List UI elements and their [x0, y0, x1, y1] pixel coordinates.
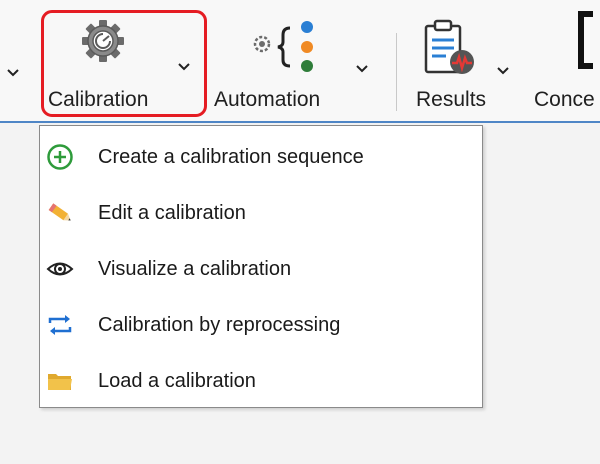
menu-item-label: Visualize a calibration	[98, 258, 292, 280]
folder-icon	[48, 374, 72, 390]
pencil-icon	[48, 203, 71, 221]
menu-item-label: Load a calibration	[98, 370, 256, 392]
ribbon-separator	[396, 33, 397, 111]
eye-icon	[46, 262, 74, 276]
menu-item-label: Create a calibration sequence	[98, 146, 364, 168]
ribbon: Calibration Automation Results Conce	[0, 0, 600, 123]
calibration-dropdown-menu: Create a calibration sequence Edit a cal…	[39, 125, 483, 408]
menu-item-calibration-by-reprocessing[interactable]: Calibration by reprocessing	[40, 297, 482, 353]
results-chevron-down-icon[interactable]	[497, 66, 509, 76]
menu-item-create-calibration-sequence[interactable]: Create a calibration sequence	[40, 129, 482, 185]
automation-chevron-down-icon[interactable]	[356, 64, 368, 74]
concentration-button-label: Conce	[534, 88, 595, 111]
plus-circle-icon	[47, 144, 73, 170]
calibration-highlight	[41, 10, 207, 117]
menu-item-visualize-calibration[interactable]: Visualize a calibration	[40, 241, 482, 297]
results-clipboard-icon	[424, 19, 474, 74]
results-button-label: Results	[416, 88, 487, 111]
menu-item-label: Edit a calibration	[98, 202, 246, 224]
menu-item-edit-calibration[interactable]: Edit a calibration	[40, 185, 482, 241]
automation-button-label: Automation	[214, 88, 321, 111]
reprocess-arrows-icon	[48, 315, 72, 335]
chevron-down-icon[interactable]	[7, 68, 19, 78]
automation-icon	[253, 21, 313, 72]
menu-item-label: Calibration by reprocessing	[98, 314, 341, 336]
menu-item-load-calibration[interactable]: Load a calibration	[40, 353, 482, 409]
ribbon-underline	[0, 121, 600, 123]
bracket-icon	[578, 11, 593, 69]
